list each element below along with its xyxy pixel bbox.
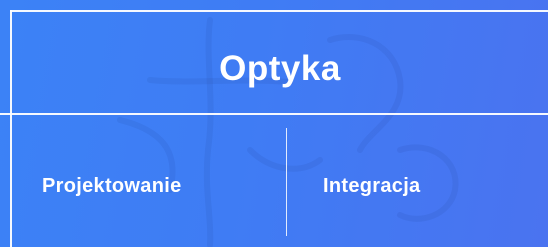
frame-top-line [10,10,548,12]
tab-projektowanie[interactable]: Projektowanie [42,168,182,204]
tab-divider [286,128,287,236]
panel-title: Optyka [219,49,341,88]
tab-integracja[interactable]: Integracja [323,168,420,204]
background-sketch [117,17,459,247]
optyka-panel: Optyka Projektowanie Integracja [0,0,548,247]
frame-middle-line [0,113,548,115]
